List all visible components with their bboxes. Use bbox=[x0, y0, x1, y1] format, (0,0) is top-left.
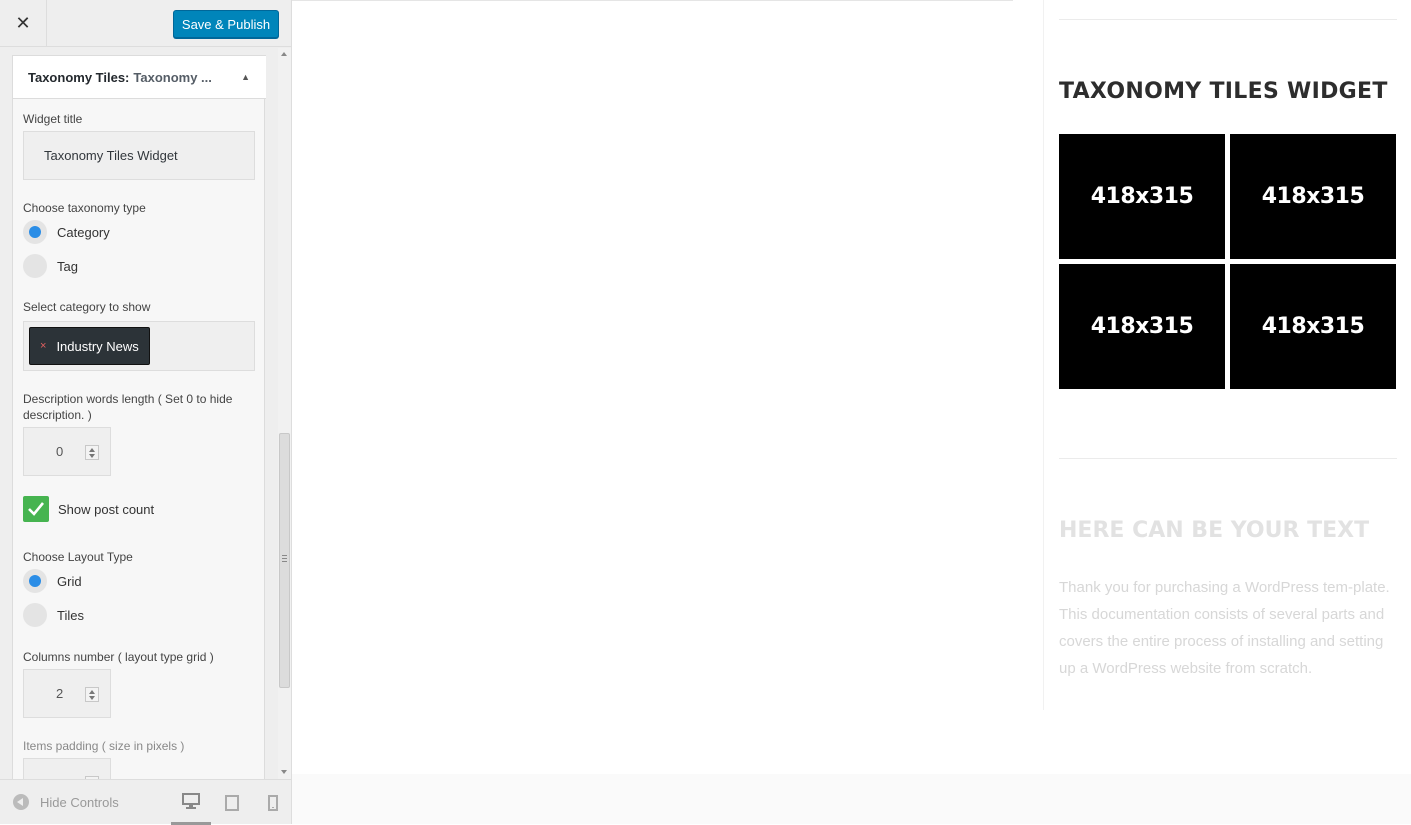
category-select-label: Select category to show bbox=[23, 300, 151, 314]
selected-category-tag: × Industry News bbox=[29, 327, 150, 365]
show-post-count-label: Show post count bbox=[58, 501, 155, 517]
desc-length-value: 0 bbox=[56, 444, 64, 459]
widget-header[interactable]: Taxonomy Tiles: Taxonomy ... ▲ bbox=[13, 55, 266, 99]
checkbox-checked-icon[interactable] bbox=[23, 496, 49, 522]
show-post-count-checkbox-row[interactable]: Show post count bbox=[23, 496, 154, 522]
divider bbox=[1059, 458, 1397, 459]
radio-tiles[interactable]: Tiles bbox=[23, 603, 84, 627]
tablet-icon[interactable] bbox=[212, 780, 252, 825]
widget-title-input[interactable]: Taxonomy Tiles Widget bbox=[23, 131, 255, 180]
collapse-arrow-icon bbox=[13, 794, 29, 810]
widget-header-title: Taxonomy Tiles: bbox=[28, 69, 130, 85]
controls-scroll-area: Taxonomy Tiles: Taxonomy ... ▲ Widget ti… bbox=[0, 48, 291, 779]
columns-number-value: 2 bbox=[56, 686, 64, 701]
radio-tag[interactable]: Tag bbox=[23, 254, 78, 278]
save-publish-button[interactable]: Save & Publish bbox=[173, 10, 279, 38]
site-preview: TAXONOMY TILES WIDGET 418x315 418x315 41… bbox=[292, 0, 1411, 824]
layout-type-label: Choose Layout Type bbox=[23, 550, 133, 564]
taxonomy-tile[interactable]: 418x315 bbox=[1059, 264, 1225, 389]
items-padding-label: Items padding ( size in pixels ) bbox=[23, 739, 185, 753]
scroll-down-arrow-icon[interactable] bbox=[281, 770, 287, 774]
taxonomy-type-label: Choose taxonomy type bbox=[23, 201, 146, 215]
number-spinner-icon[interactable] bbox=[85, 687, 99, 702]
columns-number-input[interactable]: 2 bbox=[23, 669, 111, 718]
divider bbox=[292, 0, 1013, 1]
customizer-footer: Hide Controls bbox=[0, 779, 293, 825]
desc-length-label-2: description. ) bbox=[23, 408, 92, 422]
desktop-icon[interactable] bbox=[171, 780, 211, 825]
items-padding-input[interactable] bbox=[23, 758, 111, 779]
preview-footer-area bbox=[292, 774, 1411, 824]
sidebar-scrollbar[interactable] bbox=[278, 48, 291, 779]
radio-grid[interactable]: Grid bbox=[23, 569, 82, 593]
text-widget-body: Thank you for purchasing a WordPress tem… bbox=[1059, 579, 1390, 677]
widget-header-subtitle: Taxonomy ... bbox=[133, 69, 212, 85]
columns-number-label: Columns number ( layout type grid ) bbox=[23, 650, 214, 664]
taxonomy-tile[interactable]: 418x315 bbox=[1230, 134, 1396, 259]
scrollbar-thumb[interactable] bbox=[279, 433, 290, 688]
close-icon[interactable]: ✕ bbox=[0, 0, 47, 47]
radio-category[interactable]: Category bbox=[23, 220, 110, 244]
preview-widget-title: TAXONOMY TILES WIDGET bbox=[1059, 79, 1388, 104]
radio-button[interactable] bbox=[23, 603, 47, 627]
radio-tiles-label: Tiles bbox=[57, 607, 84, 623]
radio-grid-label: Grid bbox=[57, 573, 82, 589]
collapse-arrow-icon[interactable]: ▲ bbox=[241, 72, 250, 82]
customizer-header: ✕ Save & Publish bbox=[0, 0, 291, 47]
remove-tag-icon[interactable]: × bbox=[40, 340, 46, 352]
radio-button-checked[interactable] bbox=[23, 569, 47, 593]
hide-controls-button[interactable]: Hide Controls bbox=[13, 794, 119, 810]
desc-length-label: Description words length ( Set 0 to hide bbox=[23, 392, 233, 406]
widget-title-label: Widget title bbox=[23, 112, 83, 126]
mobile-icon[interactable] bbox=[253, 780, 293, 825]
customizer-sidebar: ✕ Save & Publish Taxonomy Tiles: Taxonom… bbox=[0, 0, 293, 825]
selected-category-label: Industry News bbox=[56, 338, 139, 354]
preview-sidebar-column: TAXONOMY TILES WIDGET 418x315 418x315 41… bbox=[1043, 0, 1411, 710]
radio-button-checked[interactable] bbox=[23, 220, 47, 244]
number-spinner-icon[interactable] bbox=[85, 445, 99, 460]
radio-tag-label: Tag bbox=[57, 258, 78, 274]
radio-button[interactable] bbox=[23, 254, 47, 278]
divider bbox=[1059, 19, 1397, 20]
desc-length-input[interactable]: 0 bbox=[23, 427, 111, 476]
scroll-up-arrow-icon[interactable] bbox=[281, 52, 287, 56]
category-select[interactable]: × Industry News bbox=[23, 321, 255, 371]
taxonomy-tile[interactable]: 418x315 bbox=[1230, 264, 1396, 389]
text-widget-title: HERE CAN BE YOUR TEXT bbox=[1059, 518, 1370, 543]
hide-controls-label: Hide Controls bbox=[40, 794, 119, 810]
widget-panel: Taxonomy Tiles: Taxonomy ... ▲ Widget ti… bbox=[12, 55, 266, 779]
grip-icon bbox=[282, 555, 287, 562]
radio-category-label: Category bbox=[57, 224, 110, 240]
taxonomy-tile[interactable]: 418x315 bbox=[1059, 134, 1225, 259]
